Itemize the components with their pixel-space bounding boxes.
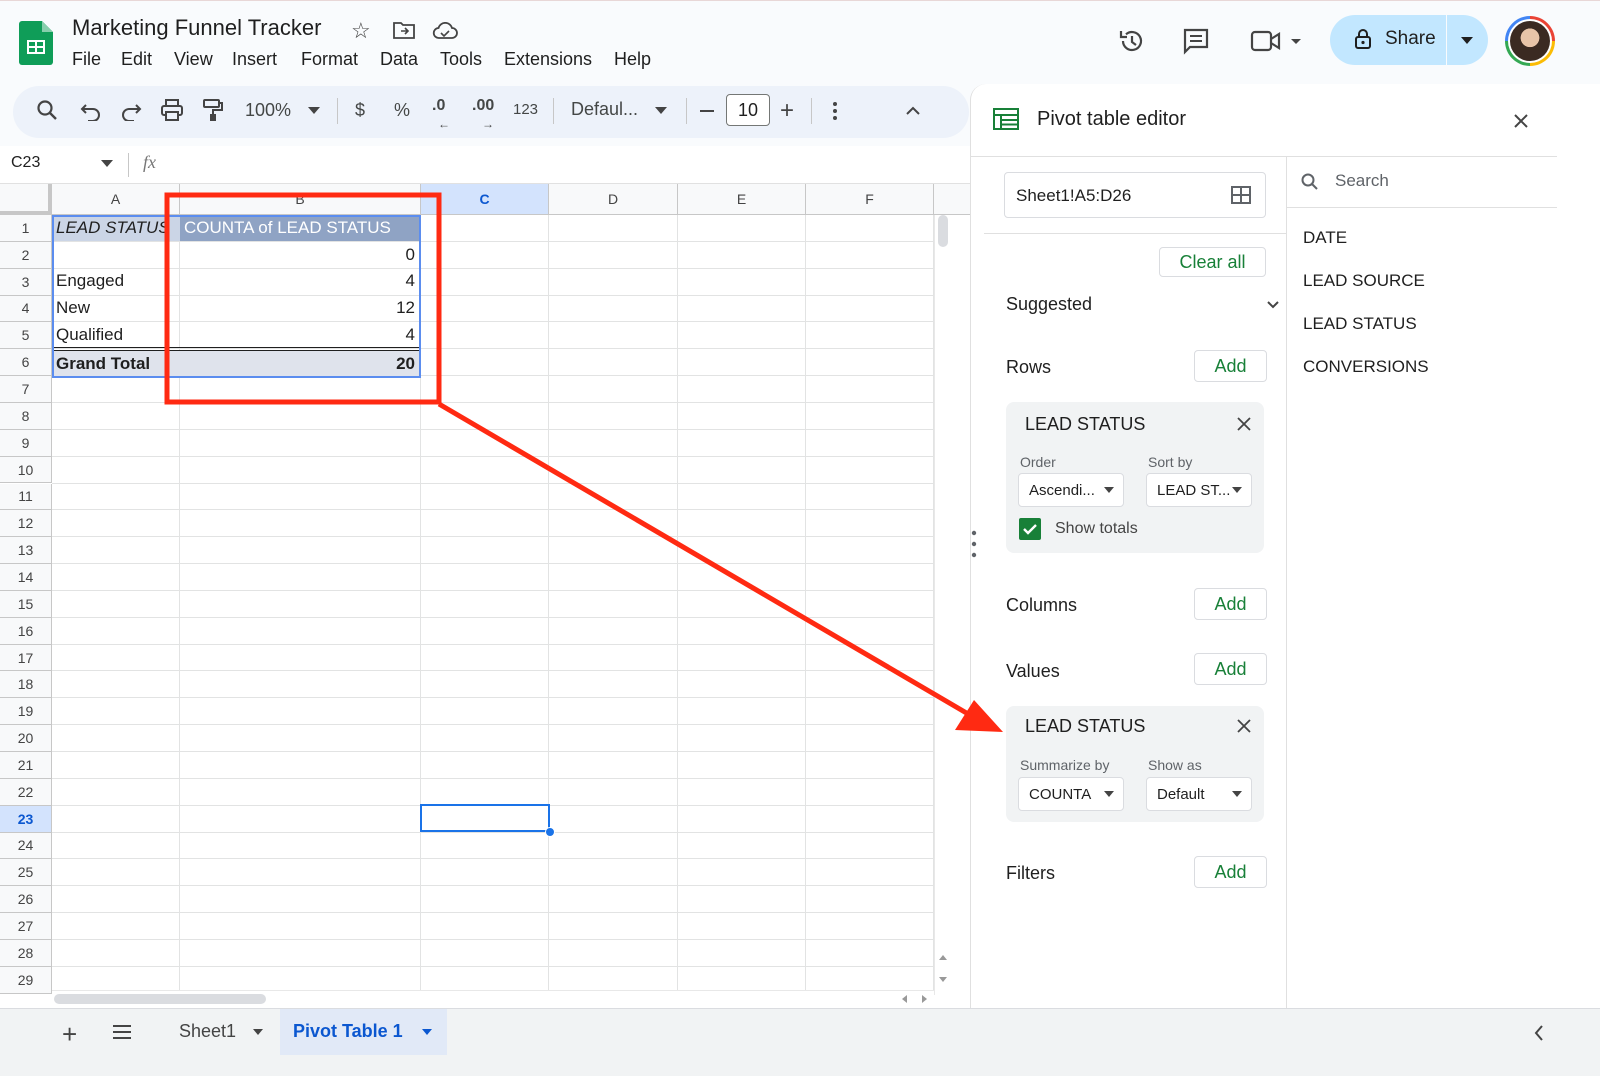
annotation-arrow-head	[955, 700, 1003, 732]
annotation-arrow-line	[437, 401, 977, 721]
annotation-overlay	[164, 192, 1003, 732]
annotation-highlight-box	[164, 192, 442, 405]
